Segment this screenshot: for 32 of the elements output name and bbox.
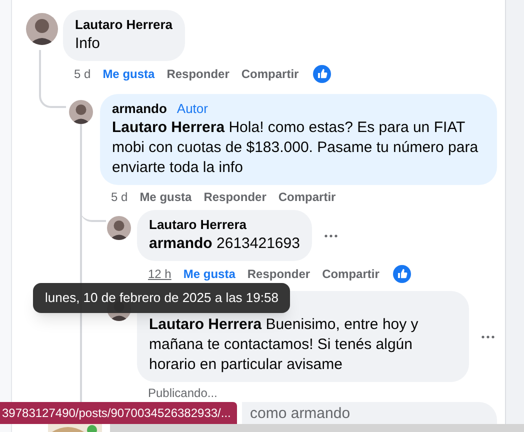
author-label: Autor [176, 100, 208, 118]
avatar[interactable] [26, 13, 58, 45]
author-name[interactable]: armando [112, 100, 167, 118]
comment-text: Info [75, 34, 102, 54]
like-reaction-icon[interactable] [393, 265, 412, 283]
like-link[interactable]: Me gusta [183, 266, 236, 282]
like-reaction-icon[interactable] [312, 65, 331, 83]
avatar[interactable] [107, 216, 131, 240]
reply-link[interactable]: Responder [166, 66, 230, 82]
more-icon[interactable] [324, 234, 338, 238]
comment-input-field[interactable]: como armando [242, 402, 497, 424]
reply-link[interactable]: Responder [204, 189, 266, 205]
share-link[interactable]: Compartir [322, 266, 380, 282]
more-icon[interactable] [481, 334, 495, 338]
posting-status: Publicando... [148, 385, 218, 401]
author-name[interactable]: Lautaro Herrera [149, 216, 247, 234]
reply-link[interactable]: Responder [247, 266, 310, 282]
link-url-status: 39783127490/posts/9070034526382933/... [0, 402, 237, 424]
author-name[interactable]: Lautaro Herrera [75, 16, 173, 34]
share-link[interactable]: Compartir [278, 189, 336, 205]
date-tooltip: lunes, 10 de febrero de 2025 a las 19:58 [33, 283, 290, 313]
timestamp[interactable]: 5 d [74, 66, 91, 82]
comment-text: Lautaro Herrera Buenisimo, entre hoy y mañana te contactamos! Si tenés algún horario en particular avisame [149, 315, 420, 375]
like-link[interactable]: Me gusta [140, 189, 192, 205]
like-link[interactable]: Me gusta [102, 66, 155, 82]
timestamp[interactable]: 5 d [111, 189, 128, 205]
avatar[interactable] [69, 100, 93, 124]
share-link[interactable]: Compartir [241, 66, 299, 82]
comment-text: armando 2613421693 [149, 234, 300, 254]
timestamp[interactable]: 12 h [148, 266, 172, 282]
thread-line [39, 50, 66, 108]
comment-text: Lautaro Herrera Hola! como estas? Es para un FIAT mobi con cuotas de $183.000. Pasame tu número para enviarte toda la info [112, 118, 480, 178]
